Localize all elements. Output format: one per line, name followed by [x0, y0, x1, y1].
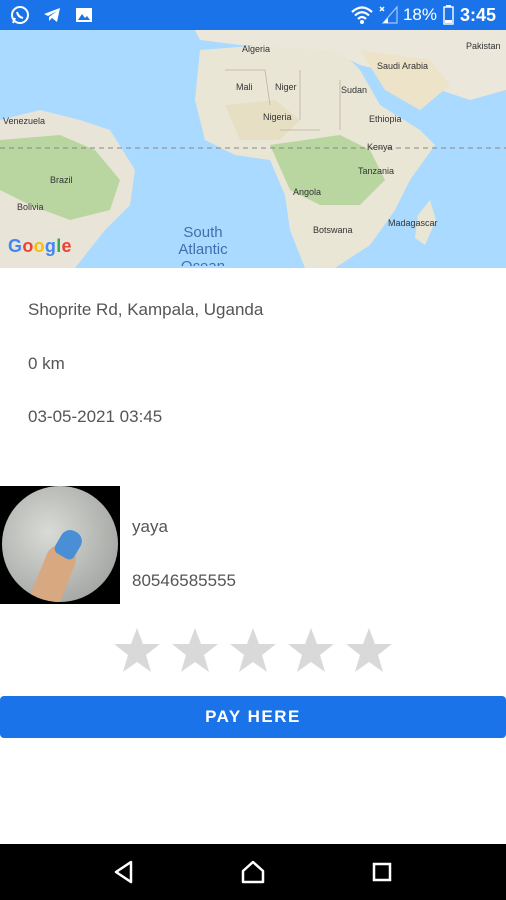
home-icon — [241, 860, 265, 884]
map-label-country: Madagascar — [388, 218, 438, 228]
battery-icon — [443, 5, 454, 25]
driver-name: yaya — [132, 517, 168, 536]
clock: 3:45 — [459, 4, 496, 25]
map-label-country: Pakistan — [466, 41, 501, 51]
trip-datetime: 03-05-2021 03:45 — [28, 407, 163, 426]
notification-icons — [10, 5, 94, 25]
map-label-country: Venezuela — [3, 116, 46, 126]
driver-phone[interactable]: 80546585555 — [132, 571, 236, 591]
gallery-icon — [74, 5, 94, 25]
star-icon[interactable] — [286, 626, 336, 674]
recents-button[interactable] — [362, 852, 402, 892]
star-icon[interactable] — [228, 626, 278, 674]
map-label-country: Botswana — [313, 225, 353, 235]
star-icon[interactable] — [112, 626, 162, 674]
map-landmass — [0, 30, 506, 268]
map-label-country: Nigeria — [263, 112, 292, 122]
map-label-country: Angola — [293, 187, 322, 197]
map-label-country: Niger — [275, 82, 297, 92]
battery-percent: 18% — [402, 5, 437, 24]
map-label-country: Algeria — [242, 44, 271, 54]
google-logo: Google — [8, 236, 72, 256]
rating-bar[interactable] — [0, 626, 506, 674]
trip-distance: 0 km — [28, 354, 65, 373]
signal-icon — [377, 5, 398, 25]
pickup-address: Shoprite Rd, Kampala, Uganda — [28, 300, 264, 319]
star-icon[interactable] — [170, 626, 220, 674]
map-label-country: Mali — [236, 82, 253, 92]
home-button[interactable] — [233, 852, 273, 892]
map-view[interactable]: Algeria Saudi Arabia Pakistan Mali Niger… — [0, 30, 506, 268]
driver-avatar — [0, 486, 120, 604]
system-status: 18% 3:45 — [351, 5, 496, 26]
recents-icon — [372, 862, 391, 882]
pay-button[interactable]: PAY HERE — [0, 696, 506, 738]
star-icon[interactable] — [344, 626, 394, 674]
ocean-label: SouthAtlanticOcean — [178, 224, 228, 266]
map-label-country: Bolivia — [17, 202, 44, 212]
map-label-country: Kenya — [367, 142, 393, 152]
system-nav-bar — [0, 844, 506, 900]
back-button[interactable] — [104, 852, 144, 892]
telegram-icon — [42, 5, 62, 25]
map-label-country: Saudi Arabia — [377, 61, 429, 71]
back-icon — [115, 860, 133, 884]
status-bar: 18% 3:45 — [0, 0, 506, 30]
map-label-country: Sudan — [341, 85, 368, 95]
map-label-country: Ethiopia — [369, 114, 402, 124]
wifi-icon — [351, 5, 373, 25]
map-label-country: Brazil — [50, 175, 73, 185]
whatsapp-icon — [10, 5, 30, 25]
map-label-country: Tanzania — [358, 166, 395, 176]
